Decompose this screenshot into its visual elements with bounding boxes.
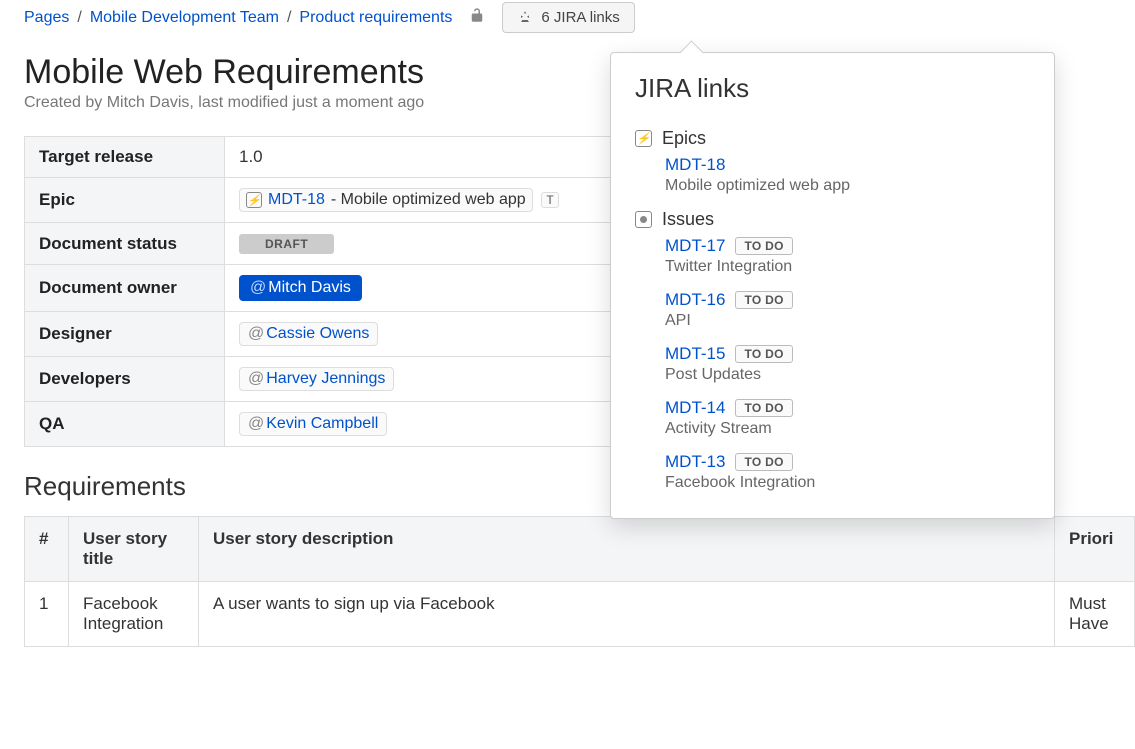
issue-summary: Post Updates xyxy=(665,366,1030,384)
req-col-title: User story title xyxy=(69,517,199,582)
epic-type-icon: ⚡ xyxy=(635,130,652,147)
breadcrumb-sep: / xyxy=(77,9,81,27)
table-row: 1 Facebook Integration A user wants to s… xyxy=(25,582,1135,647)
breadcrumb: Pages / Mobile Development Team / Produc… xyxy=(24,5,452,31)
breadcrumb-pages[interactable]: Pages xyxy=(24,9,69,27)
jira-links-popover: JIRA links ⚡ Epics MDT-18 Mobile optimiz… xyxy=(610,52,1055,519)
breadcrumb-parent[interactable]: Product requirements xyxy=(299,9,452,27)
issue-key[interactable]: MDT-15 xyxy=(665,344,725,364)
meta-label-owner: Document owner xyxy=(25,265,225,312)
req-num: 1 xyxy=(25,582,69,647)
popover-issue-item[interactable]: MDT-16 TO DO API xyxy=(635,290,1030,330)
popover-issues-label: Issues xyxy=(662,209,714,230)
req-col-desc: User story description xyxy=(199,517,1055,582)
epic-icon: ⚡ xyxy=(246,192,262,208)
epic-trailing-token: T xyxy=(541,192,558,208)
issue-summary: Mobile optimized web app xyxy=(665,177,1030,195)
status-badge: TO DO xyxy=(735,345,792,363)
jira-links-label: 6 JIRA links xyxy=(541,9,619,26)
status-badge: DRAFT xyxy=(239,234,334,254)
breadcrumb-space[interactable]: Mobile Development Team xyxy=(90,9,279,27)
issue-summary: API xyxy=(665,312,1030,330)
popover-issue-item[interactable]: MDT-17 TO DO Twitter Integration xyxy=(635,236,1030,276)
req-desc: A user wants to sign up via Facebook xyxy=(199,582,1055,647)
epic-summary: - Mobile optimized web app xyxy=(331,191,526,209)
popover-issues-header: Issues xyxy=(635,209,1030,230)
popover-epics-header: ⚡ Epics xyxy=(635,128,1030,149)
owner-mention[interactable]: @Mitch Davis xyxy=(239,275,362,301)
req-col-num: # xyxy=(25,517,69,582)
issue-type-icon xyxy=(635,211,652,228)
popover-issue-item[interactable]: MDT-14 TO DO Activity Stream xyxy=(635,398,1030,438)
meta-label-qa: QA xyxy=(25,402,225,447)
popover-title: JIRA links xyxy=(611,53,1054,112)
developer-name: Harvey Jennings xyxy=(266,370,385,388)
at-icon: @ xyxy=(248,325,264,343)
meta-label-designer: Designer xyxy=(25,312,225,357)
meta-label-target-release: Target release xyxy=(25,137,225,178)
designer-name: Cassie Owens xyxy=(266,325,369,343)
issue-summary: Twitter Integration xyxy=(665,258,1030,276)
issue-summary: Facebook Integration xyxy=(665,474,1030,492)
owner-name: Mitch Davis xyxy=(268,279,351,297)
qa-mention[interactable]: @Kevin Campbell xyxy=(239,412,387,436)
meta-label-epic: Epic xyxy=(25,178,225,223)
issue-key[interactable]: MDT-13 xyxy=(665,452,725,472)
meta-label-status: Document status xyxy=(25,223,225,265)
epic-key[interactable]: MDT-18 xyxy=(268,191,325,209)
status-badge: TO DO xyxy=(735,291,792,309)
breadcrumb-sep: / xyxy=(287,9,291,27)
meta-label-developers: Developers xyxy=(25,357,225,402)
epic-link[interactable]: ⚡ MDT-18 - Mobile optimized web app xyxy=(239,188,533,212)
issue-key[interactable]: MDT-16 xyxy=(665,290,725,310)
qa-name: Kevin Campbell xyxy=(266,415,378,433)
req-prio: Must Have xyxy=(1055,582,1135,647)
issue-key[interactable]: MDT-17 xyxy=(665,236,725,256)
at-icon: @ xyxy=(248,370,264,388)
at-icon: @ xyxy=(250,279,266,297)
req-title: Facebook Integration xyxy=(69,582,199,647)
issue-key[interactable]: MDT-14 xyxy=(665,398,725,418)
popover-issue-item[interactable]: MDT-15 TO DO Post Updates xyxy=(635,344,1030,384)
issue-summary: Activity Stream xyxy=(665,420,1030,438)
status-badge: TO DO xyxy=(735,237,792,255)
designer-mention[interactable]: @Cassie Owens xyxy=(239,322,378,346)
status-badge: TO DO xyxy=(735,453,792,471)
issue-key[interactable]: MDT-18 xyxy=(665,155,725,175)
popover-epics-label: Epics xyxy=(662,128,706,149)
popover-issue-item[interactable]: MDT-13 TO DO Facebook Integration xyxy=(635,452,1030,492)
developer-mention[interactable]: @Harvey Jennings xyxy=(239,367,394,391)
status-badge: TO DO xyxy=(735,399,792,417)
unlocked-icon[interactable] xyxy=(468,6,486,29)
requirements-table: # User story title User story descriptio… xyxy=(24,516,1135,647)
jira-links-button[interactable]: 6 JIRA links xyxy=(502,2,634,33)
jira-icon xyxy=(517,10,533,26)
popover-epic-item[interactable]: MDT-18 Mobile optimized web app xyxy=(635,155,1030,195)
req-col-prio: Priori xyxy=(1055,517,1135,582)
at-icon: @ xyxy=(248,415,264,433)
